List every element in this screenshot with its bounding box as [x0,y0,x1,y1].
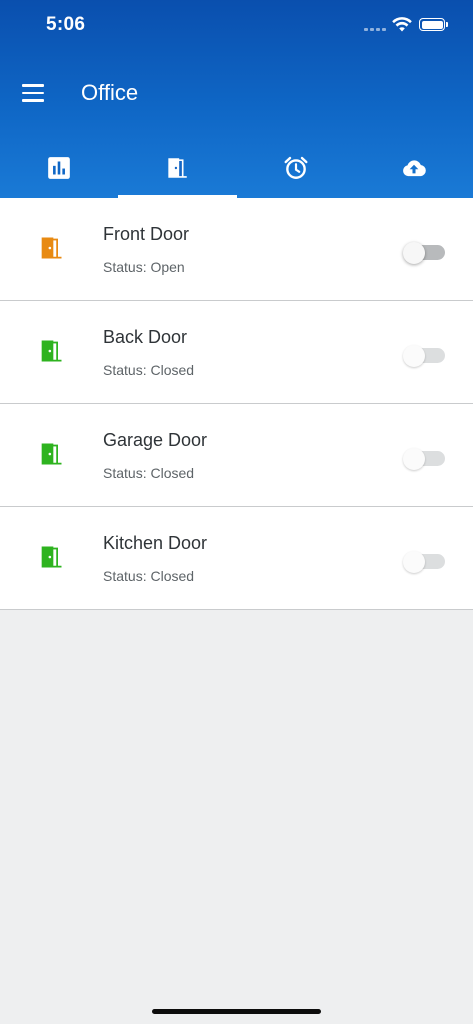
list-item[interactable]: Back Door Status: Closed [0,301,473,404]
tab-doors[interactable] [118,140,237,198]
tab-alarms[interactable] [237,140,355,198]
list-item[interactable]: Front Door Status: Open [0,198,473,301]
door-status: Status: Closed [103,362,195,378]
door-status: Status: Closed [103,568,195,584]
door-toggle[interactable] [403,345,445,367]
door-icon [41,237,62,259]
menu-button[interactable] [20,82,46,104]
home-indicator [152,1009,321,1014]
door-name: Front Door [103,224,190,244]
cloud-upload-icon [402,160,426,177]
door-name: Garage Door [103,430,208,450]
list-item[interactable]: Garage Door Status: Closed [0,404,473,507]
page-title: Office [81,80,139,105]
door-icon [41,340,62,362]
cellular-signal-icon [364,28,386,31]
door-status: Status: Closed [103,465,195,481]
door-name: Back Door [103,327,188,347]
alarm-clock-icon [284,156,308,179]
battery-icon [419,18,448,31]
tab-cloud-upload[interactable] [355,140,473,198]
door-icon [168,158,188,178]
door-status: Status: Open [103,259,185,275]
list-item[interactable]: Kitchen Door Status: Closed [0,507,473,610]
status-time: 5:06 [46,14,86,35]
door-toggle[interactable] [403,448,445,470]
tab-bar [0,140,473,198]
bar-chart-icon [48,157,70,179]
door-name: Kitchen Door [103,533,208,553]
door-list: Front Door Status: Open Back Door Status… [0,198,473,610]
door-toggle[interactable] [403,551,445,573]
status-bar: 5:06 [0,0,473,52]
wifi-icon [392,17,412,32]
door-icon [41,443,62,465]
door-icon [41,546,62,568]
tab-statistics[interactable] [0,140,118,198]
app-header: 5:06 Office [0,0,473,198]
door-toggle[interactable] [403,242,445,264]
